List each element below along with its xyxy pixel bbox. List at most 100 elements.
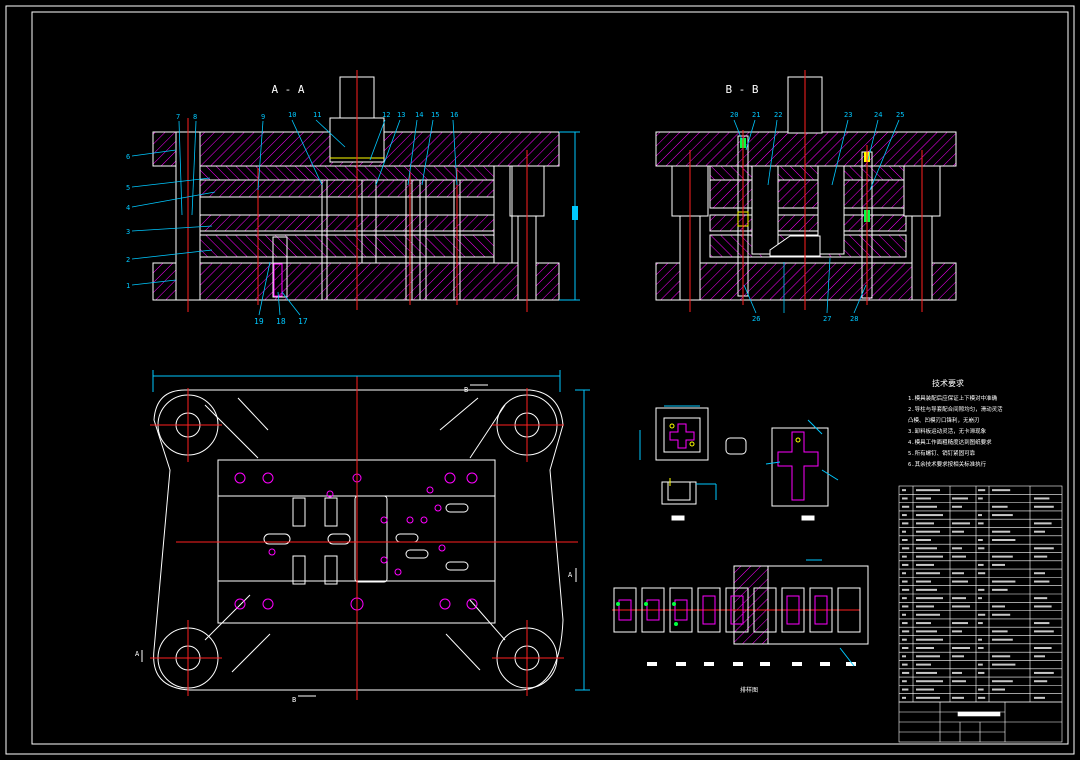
parts-list-cell xyxy=(902,505,910,508)
part-label: 11 xyxy=(313,111,321,119)
parts-list-cell xyxy=(902,572,906,575)
part-details xyxy=(639,405,839,521)
aa-die-plate xyxy=(199,234,495,258)
parts-list-cell xyxy=(902,489,906,492)
parts-list-cell xyxy=(902,605,909,608)
technical-notes: 技术要求 1.模具装配后应保证上下模对中准确 2.导柱与导套配合间隙均匀，滑动灵… xyxy=(908,378,1003,468)
parts-list-cell xyxy=(978,588,985,591)
part-label: 18 xyxy=(276,317,286,326)
parts-list-cell xyxy=(1034,505,1054,508)
aa-punch-plate xyxy=(199,165,495,181)
parts-list-cell xyxy=(952,572,964,575)
parts-list-cell xyxy=(916,613,940,616)
parts-list-cell xyxy=(916,547,937,550)
note-line: 3.卸料板运动灵活，无卡滞现象 xyxy=(908,427,987,435)
note-line: 2.导柱与导套配合间隙均匀，滑动灵活 xyxy=(908,405,1003,413)
strip-layout: 排样图 xyxy=(612,559,869,694)
parts-list-cell xyxy=(916,663,931,666)
part-label: 25 xyxy=(896,111,904,119)
parts-list-cell xyxy=(902,655,906,658)
part-label: 5 xyxy=(126,184,130,192)
plan-mark-a-right: A xyxy=(568,571,573,579)
plan-mark-b-bottom: B xyxy=(292,696,296,704)
part-label: 12 xyxy=(382,111,390,119)
parts-list-cell xyxy=(1034,555,1048,558)
parts-list-cell xyxy=(902,630,910,633)
parts-list-cell xyxy=(952,605,970,608)
parts-list-cell xyxy=(978,613,986,616)
parts-list-cell xyxy=(978,522,984,525)
parts-list-cell xyxy=(902,497,908,500)
part-label: 26 xyxy=(752,315,760,323)
parts-list-cell xyxy=(1034,655,1045,658)
part-label: 14 xyxy=(415,111,423,119)
parts-list-cell xyxy=(902,555,907,558)
parts-list-cell xyxy=(916,489,940,492)
aa-lower-plate xyxy=(152,262,560,301)
parts-list-cell xyxy=(1034,630,1054,633)
parts-list-cell xyxy=(902,514,907,517)
parts-list-cell xyxy=(902,696,906,699)
section-aa-title: A - A xyxy=(271,83,304,96)
part-label: 2 xyxy=(126,256,130,264)
part-label: 15 xyxy=(431,111,439,119)
parts-list-cell xyxy=(992,555,1013,558)
parts-list-cell xyxy=(952,622,968,625)
parts-list-cell xyxy=(992,688,1005,691)
parts-list-cell xyxy=(1034,497,1050,500)
outer-border xyxy=(5,5,1075,755)
parts-list-cell xyxy=(978,514,982,517)
part-label: 10 xyxy=(288,111,296,119)
parts-list-cell xyxy=(902,688,909,691)
section-bb-title: B - B xyxy=(725,83,758,96)
parts-list-cell xyxy=(916,655,940,658)
aa-left-part-labels: 6 5 4 3 2 1 xyxy=(126,153,130,290)
note-line: 6.其余技术要求按相关标准执行 xyxy=(908,460,987,468)
parts-list-cell xyxy=(952,647,970,649)
part-label: 3 xyxy=(126,228,130,236)
parts-list-cell xyxy=(916,605,934,608)
parts-list-cell xyxy=(952,555,966,558)
parts-list-cell xyxy=(902,671,910,674)
parts-list-cell xyxy=(1034,597,1048,600)
parts-list-cell xyxy=(978,688,984,691)
parts-list-cell xyxy=(952,580,968,583)
parts-list-cell xyxy=(902,638,907,641)
parts-list-cell xyxy=(952,655,964,658)
parts-list-cell xyxy=(952,522,970,525)
note-line: 凸模、凹模刃口锋利，无崩刃 xyxy=(908,416,980,424)
aa-bottom-part-labels: 19 18 17 xyxy=(254,317,308,326)
parts-list-cell xyxy=(916,597,943,600)
part-label: 19 xyxy=(254,317,264,326)
parts-list-cell xyxy=(992,505,1008,508)
parts-list-cell xyxy=(952,547,962,550)
parts-list-cell xyxy=(992,655,1011,658)
parts-list-cell xyxy=(992,588,1008,591)
part-label: 20 xyxy=(730,111,738,119)
section-bb-view: B - B 20 21 22 23 24 25 26 27 28 xyxy=(655,70,957,323)
parts-list-cell xyxy=(992,630,1008,633)
parts-list-cell xyxy=(916,514,943,517)
parts-list-cell xyxy=(916,688,934,691)
parts-list-cell xyxy=(1034,547,1054,550)
aa-pad-plate xyxy=(199,179,495,198)
parts-list-cell xyxy=(916,505,937,508)
parts-list-cell xyxy=(992,514,1013,517)
parts-list-cell xyxy=(952,530,964,533)
parts-list-cell xyxy=(1034,580,1050,583)
parts-list-cell xyxy=(978,497,983,500)
parts-list-cell xyxy=(916,588,937,591)
parts-list-cell xyxy=(916,522,934,525)
parts-list-cell xyxy=(992,605,1005,608)
parts-list-cell xyxy=(992,530,1011,533)
parts-list-cell xyxy=(978,563,984,566)
part-label: 17 xyxy=(298,317,308,326)
parts-list-cell xyxy=(978,572,986,575)
part-label: 27 xyxy=(823,315,831,323)
parts-list-cell xyxy=(916,539,931,541)
plan-view: B B A A xyxy=(135,370,590,704)
part-label: 7 xyxy=(176,113,180,121)
part-label: 1 xyxy=(126,282,130,290)
part-label: 9 xyxy=(261,113,265,121)
plan-mark-b-top: B xyxy=(464,386,468,394)
